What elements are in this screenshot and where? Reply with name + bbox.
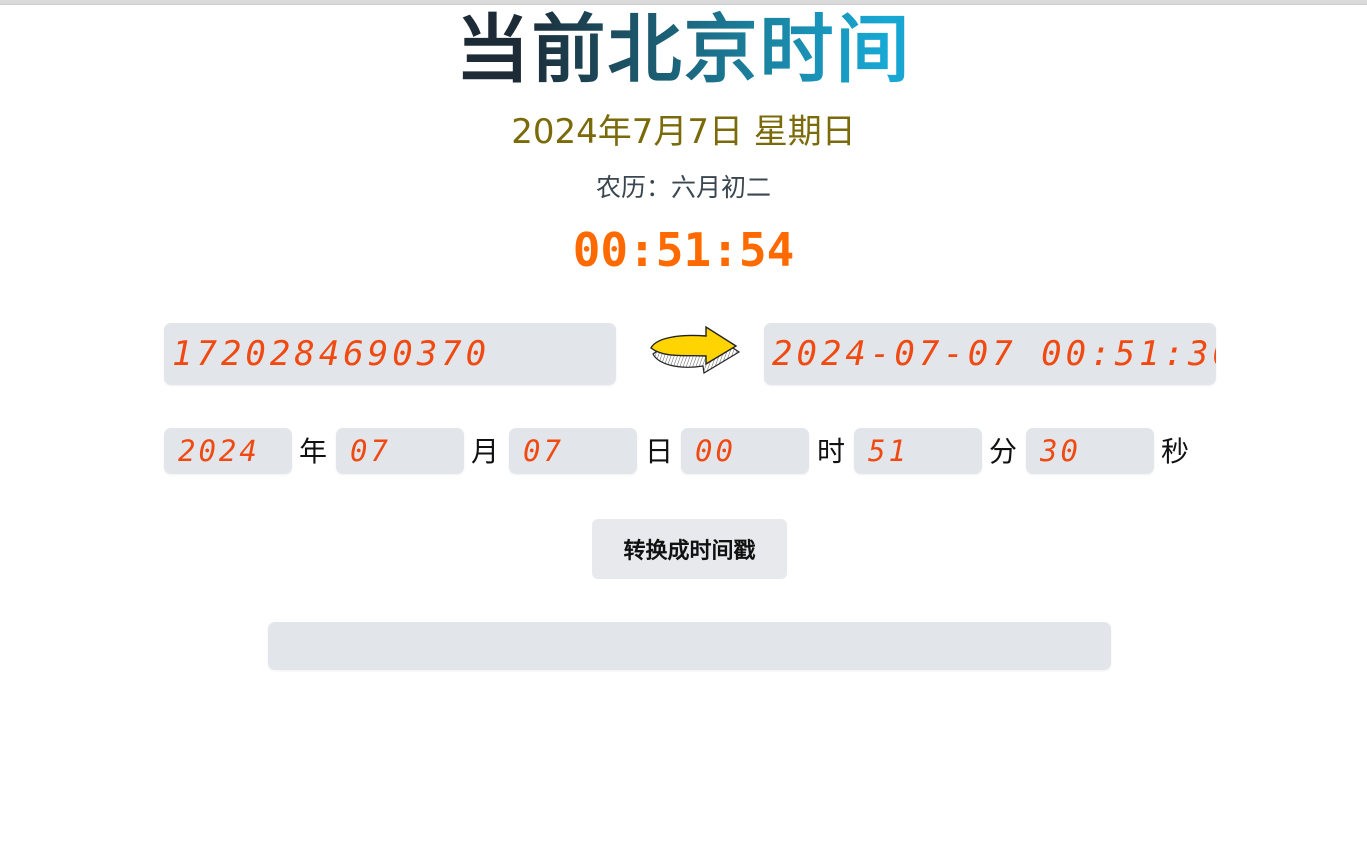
current-date: 2024年7月7日 星期日 [511, 112, 856, 152]
month-field[interactable] [336, 428, 464, 474]
year-unit-label: 年 [299, 435, 328, 468]
month-input[interactable] [350, 428, 464, 474]
result-input[interactable] [280, 622, 1111, 670]
second-field[interactable] [1026, 428, 1154, 474]
day-unit-label: 日 [645, 435, 674, 468]
result-field[interactable] [268, 622, 1111, 670]
timestamp-input[interactable] [172, 323, 616, 385]
hour-unit-label: 时 [817, 435, 846, 468]
second-unit-label: 秒 [1161, 435, 1190, 468]
browser-top-border [0, 0, 1367, 5]
day-input[interactable] [523, 428, 637, 474]
minute-field[interactable] [854, 428, 982, 474]
timestamp-field[interactable] [164, 323, 616, 385]
second-input[interactable] [1040, 428, 1154, 474]
day-field[interactable] [509, 428, 637, 474]
month-unit-label: 月 [471, 435, 500, 468]
minute-unit-label: 分 [989, 435, 1018, 468]
year-input[interactable] [178, 428, 292, 474]
hour-input[interactable] [695, 428, 809, 474]
year-field[interactable] [164, 428, 292, 474]
convert-to-timestamp-button[interactable]: 转换成时间戳 [592, 519, 787, 579]
minute-input[interactable] [868, 428, 982, 474]
datetime-input[interactable] [772, 323, 1216, 385]
lunar-date: 农历：六月初二 [595, 173, 771, 202]
datetime-field[interactable] [764, 323, 1216, 385]
right-arrow-icon[interactable] [648, 322, 742, 374]
live-clock: 00:51:54 [572, 223, 795, 277]
page-title: 当前北京时间 [0, 6, 1367, 94]
hour-field[interactable] [681, 428, 809, 474]
